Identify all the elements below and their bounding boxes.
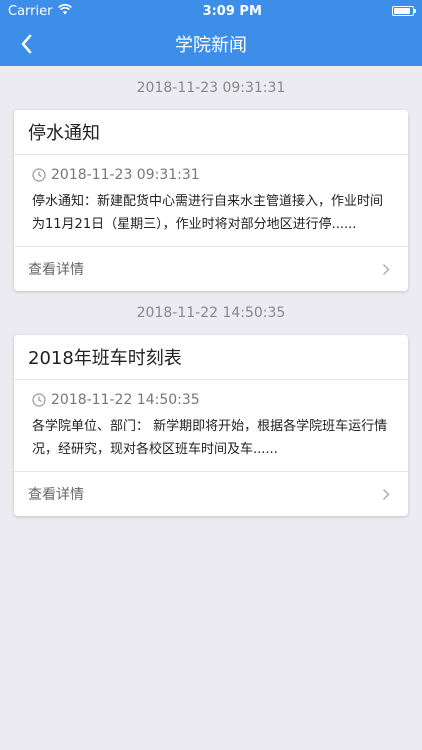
news-group: 2018-11-22 14:50:35 2018年班车时刻表 2018-11-2… bbox=[14, 291, 408, 516]
chevron-right-icon bbox=[378, 486, 394, 502]
news-list: 2018-11-23 09:31:31 停水通知 2018-11-23 09:3… bbox=[0, 66, 422, 516]
news-card: 2018年班车时刻表 2018-11-22 14:50:35 各学院单位、部门：… bbox=[14, 335, 408, 516]
news-summary: 停水通知：新建配货中心需进行自来水主管道接入，作业时间为11月21日（星期三），… bbox=[32, 194, 384, 232]
news-timestamp: 2018-11-23 09:31:31 bbox=[51, 167, 200, 183]
news-title[interactable]: 2018年班车时刻表 bbox=[14, 335, 408, 380]
back-button[interactable] bbox=[8, 22, 44, 66]
view-details-link[interactable]: 查看详情 bbox=[14, 471, 408, 516]
date-header: 2018-11-22 14:50:35 bbox=[136, 305, 286, 321]
chevron-left-icon bbox=[21, 34, 32, 54]
view-details-label: 查看详情 bbox=[28, 487, 84, 503]
clock-icon bbox=[32, 393, 46, 407]
view-details-link[interactable]: 查看详情 bbox=[14, 246, 408, 291]
wifi-icon bbox=[58, 3, 73, 19]
news-title[interactable]: 停水通知 bbox=[14, 110, 408, 155]
clock-icon bbox=[32, 168, 46, 182]
news-summary: 各学院单位、部门： 新学期即将开始，根据各学院班车运行情况，经研究，现对各校区班… bbox=[32, 419, 388, 457]
news-body: 2018-11-22 14:50:35 各学院单位、部门： 新学期即将开始，根据… bbox=[14, 380, 408, 471]
view-details-label: 查看详情 bbox=[28, 262, 84, 278]
news-timestamp: 2018-11-22 14:50:35 bbox=[51, 392, 200, 408]
news-meta: 2018-11-22 14:50:35 bbox=[32, 389, 390, 411]
date-header: 2018-11-23 09:31:31 bbox=[136, 80, 286, 96]
battery-fill bbox=[393, 8, 410, 14]
status-bar: Carrier 3:09 PM bbox=[0, 0, 422, 22]
status-left: Carrier bbox=[8, 3, 73, 19]
news-body: 2018-11-23 09:31:31 停水通知：新建配货中心需进行自来水主管道… bbox=[14, 155, 408, 246]
carrier-label: Carrier bbox=[8, 3, 53, 19]
nav-bar: 学院新闻 bbox=[0, 22, 422, 66]
news-card: 停水通知 2018-11-23 09:31:31 停水通知：新建配货中心需进行自… bbox=[14, 110, 408, 291]
status-time: 3:09 PM bbox=[202, 3, 262, 19]
news-meta: 2018-11-23 09:31:31 bbox=[32, 164, 390, 186]
chevron-right-icon bbox=[378, 261, 394, 277]
page-title: 学院新闻 bbox=[175, 35, 247, 56]
news-group: 2018-11-23 09:31:31 停水通知 2018-11-23 09:3… bbox=[14, 66, 408, 291]
battery-icon bbox=[391, 6, 416, 16]
